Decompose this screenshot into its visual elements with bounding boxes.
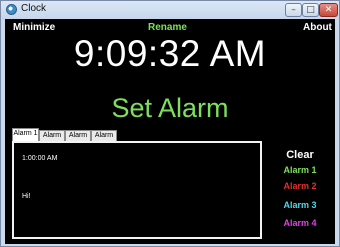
- clock-app-icon: [6, 4, 17, 15]
- minimize-link[interactable]: Minimize: [13, 22, 55, 33]
- close-icon: ✕: [324, 4, 333, 15]
- clock-client-area: Minimize Rename About 9:09:32 AM Set Ala…: [5, 19, 335, 244]
- maximize-icon: □: [306, 4, 315, 15]
- tab-alarm-4[interactable]: Alarm 4: [91, 130, 117, 149]
- alarm-tab-panel: 1:00:00 AM Hi!: [12, 141, 262, 239]
- clock-time-display: 9:09:32 AM: [73, 33, 267, 74]
- alarm-1-link[interactable]: Alarm 1: [271, 165, 329, 175]
- window-close-button[interactable]: ✕: [319, 3, 338, 17]
- clock-window: Clock – □ ✕ Minimize Rename About 9:09:3…: [0, 0, 340, 247]
- rename-link[interactable]: Rename: [148, 22, 187, 33]
- alarm-2-link[interactable]: Alarm 2: [271, 181, 329, 191]
- alarm-message-value[interactable]: Hi!: [22, 193, 31, 200]
- alarm-3-link[interactable]: Alarm 3: [271, 200, 329, 210]
- window-minimize-button[interactable]: –: [285, 3, 302, 17]
- clear-button[interactable]: Clear: [271, 149, 329, 161]
- window-maximize-button[interactable]: □: [302, 3, 319, 17]
- about-link[interactable]: About: [303, 22, 332, 33]
- alarm-time-value[interactable]: 1:00:00 AM: [22, 155, 57, 162]
- alarm-4-link[interactable]: Alarm 4: [271, 218, 329, 228]
- window-title: Clock: [21, 3, 47, 14]
- tab-alarm-3[interactable]: Alarm 3: [65, 130, 91, 149]
- title-bar[interactable]: Clock – □ ✕: [1, 1, 339, 19]
- minimize-icon: –: [291, 4, 296, 15]
- tab-alarm-2[interactable]: Alarm 2: [39, 130, 65, 149]
- set-alarm-button[interactable]: Set Alarm: [5, 93, 335, 124]
- tab-alarm-1[interactable]: Alarm 1: [12, 128, 39, 141]
